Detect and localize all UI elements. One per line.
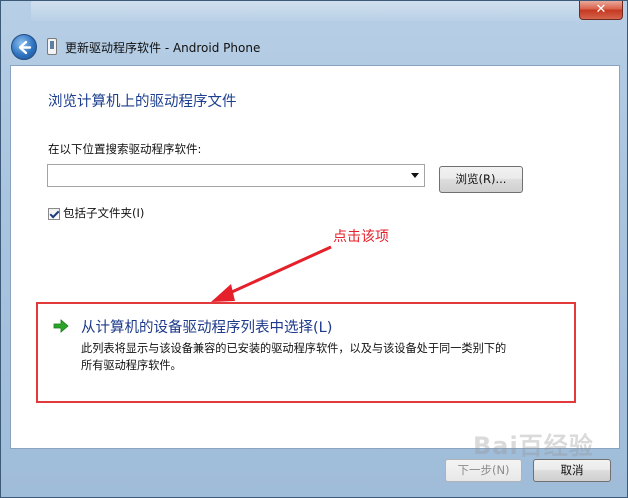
- next-button[interactable]: 下一步(N): [445, 459, 522, 482]
- option-description-line: 此列表将显示与该设备兼容的已安装的驱动程序软件，以及与该设备处于同一类别下的: [81, 342, 507, 355]
- title-bar: ✕ 更新驱动程序软件 - Android Phone: [1, 1, 628, 65]
- back-arrow-icon: [18, 40, 32, 55]
- search-location-label: 在以下位置搜索驱动程序软件:: [48, 142, 202, 156]
- cancel-button[interactable]: 取消: [533, 459, 611, 482]
- close-button[interactable]: ✕: [579, 1, 623, 20]
- include-subfolders-option[interactable]: 包括子文件夹(I): [48, 205, 144, 221]
- dropdown-arrow-icon[interactable]: [411, 173, 419, 178]
- page-heading: 浏览计算机上的驱动程序文件: [48, 94, 237, 110]
- content-panel: 浏览计算机上的驱动程序文件 在以下位置搜索驱动程序软件: 浏览(R)... 包括…: [10, 65, 620, 449]
- annotation-text: 点击该项: [333, 229, 389, 245]
- annotation-arrow-icon: [211, 245, 332, 302]
- browse-button[interactable]: 浏览(R)...: [439, 166, 523, 193]
- watermark: Bai百经验: [473, 432, 594, 460]
- path-input[interactable]: [50, 167, 404, 186]
- back-button[interactable]: [11, 34, 37, 60]
- window-title: 更新驱动程序软件 - Android Phone: [65, 41, 261, 55]
- green-arrow-icon: [53, 319, 69, 333]
- path-combobox[interactable]: [47, 164, 425, 187]
- background-window-ghost: [31, 1, 591, 21]
- device-icon: [47, 38, 57, 55]
- checkbox-icon[interactable]: [48, 207, 60, 220]
- include-subfolders-label: 包括子文件夹(I): [63, 206, 145, 220]
- option-title[interactable]: 从计算机的设备驱动程序列表中选择(L): [81, 316, 332, 337]
- option-description: 此列表将显示与该设备兼容的已安装的驱动程序软件，以及与该设备处于同一类别下的 所…: [81, 340, 551, 374]
- dialog-window: ✕ 更新驱动程序软件 - Android Phone 浏览计算机上的驱动程序文件…: [0, 0, 628, 498]
- option-description-line: 所有驱动程序软件。: [81, 359, 182, 372]
